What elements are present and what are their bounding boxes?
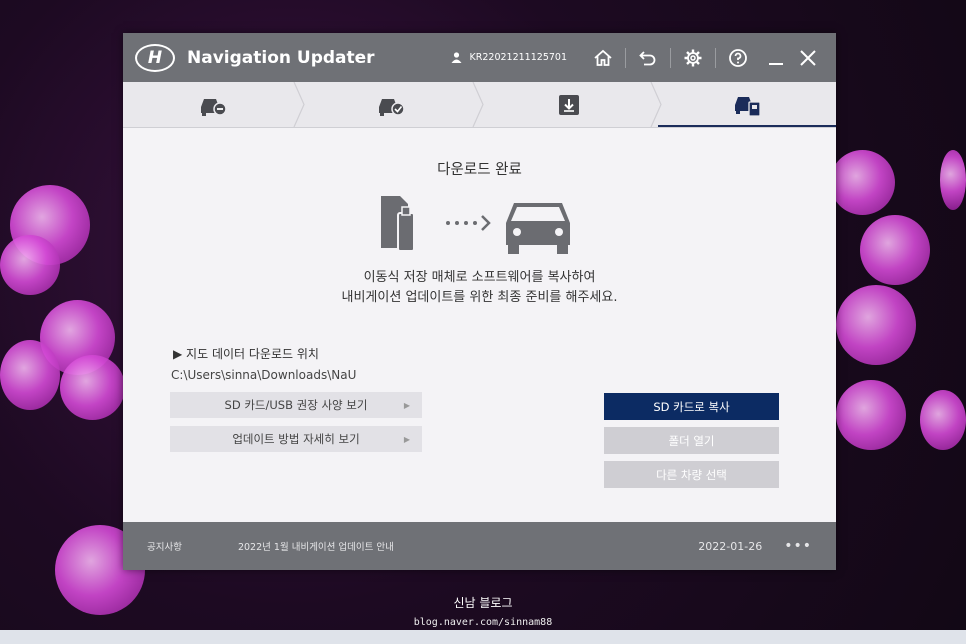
notice-bar: 공지사항 2022년 1월 내비게이션 업데이트 안내 2022-01-26 •…: [123, 522, 836, 570]
notice-label: 공지사항: [147, 542, 182, 553]
copy-to-car-illustration: [381, 196, 570, 254]
step-2: [301, 82, 484, 127]
download-location-path: C:\Users\sinna\Downloads\NaU: [171, 368, 357, 382]
message-line-1: 이동식 저장 매체로 소프트웨어를 복사하여: [363, 270, 596, 285]
car-check-icon: [379, 98, 406, 116]
main-content: 다운로드 완료 이동식 저장 매체로 소프트웨어를 복사하여 내비게이션 업데이…: [123, 128, 836, 523]
user-info: KR22021211125701: [451, 52, 567, 63]
update-method-label: 업데이트 방법 자세히 보기: [232, 432, 360, 446]
car-copy-icon: [734, 96, 761, 117]
storage-spec-button[interactable]: SD 카드/USB 권장 사양 보기 ▶: [170, 392, 422, 418]
message-line-2: 내비게이션 업데이트를 위한 최종 준비를 해주세요.: [341, 290, 618, 305]
bokeh-light: [60, 355, 125, 420]
bokeh-light: [836, 285, 916, 365]
progress-steps: [123, 82, 836, 128]
car-minus-icon: [201, 98, 227, 116]
open-folder-button[interactable]: 폴더 열기: [604, 427, 779, 454]
dotted-arrow-icon: [446, 215, 491, 231]
car-front-icon: [506, 203, 570, 254]
separator: [670, 47, 671, 68]
close-icon[interactable]: [792, 42, 824, 74]
bokeh-light: [0, 235, 60, 295]
download-location-title: ▶ 지도 데이터 다운로드 위치: [173, 347, 319, 361]
notice-text[interactable]: 2022년 1월 내비게이션 업데이트 안내: [238, 539, 394, 553]
bokeh-light: [836, 380, 906, 450]
home-icon[interactable]: [587, 42, 619, 74]
instruction-message: 이동식 저장 매체로 소프트웨어를 복사하여 내비게이션 업데이트를 위한 최종…: [123, 268, 836, 308]
step-3: [480, 82, 662, 127]
notice-date: 2022-01-26: [698, 539, 763, 553]
bokeh-light: [830, 150, 895, 215]
title-bar: H Navigation Updater KR22021211125701: [123, 33, 836, 82]
bokeh-light: [920, 390, 966, 450]
separator: [715, 47, 716, 68]
back-icon[interactable]: [632, 42, 664, 74]
play-arrow-icon: ▶: [403, 434, 410, 444]
user-id: KR22021211125701: [469, 52, 567, 63]
copy-to-sd-button[interactable]: SD 카드로 복사: [604, 393, 779, 420]
sd-card-usb-icon: [381, 196, 415, 252]
page-title: 다운로드 완료: [437, 162, 522, 178]
bokeh-light: [0, 340, 60, 410]
minimize-icon[interactable]: [760, 42, 792, 74]
user-icon: [451, 52, 462, 63]
hyundai-logo: H: [135, 43, 175, 72]
app-title: Navigation Updater: [187, 47, 375, 68]
storage-spec-label: SD 카드/USB 권장 사양 보기: [224, 398, 368, 412]
download-box-icon: [558, 94, 579, 115]
bokeh-light: [860, 215, 930, 285]
more-icon[interactable]: •••: [784, 538, 812, 554]
select-other-vehicle-button[interactable]: 다른 차량 선택: [604, 461, 779, 488]
step-1: [123, 82, 305, 127]
navigation-updater-window: H Navigation Updater KR22021211125701 다운…: [123, 33, 836, 570]
play-arrow-icon: ▶: [403, 400, 410, 410]
gear-icon[interactable]: [677, 42, 709, 74]
photo-caption-url: blog.naver.com/sinnam88: [413, 617, 553, 628]
separator: [625, 47, 626, 68]
help-icon[interactable]: [722, 42, 754, 74]
step-4-active: [657, 82, 836, 127]
os-taskbar: [0, 630, 966, 644]
photo-caption: 신남 블로그: [453, 596, 513, 610]
title-bar-icons: [587, 42, 824, 74]
update-method-button[interactable]: 업데이트 방법 자세히 보기 ▶: [170, 426, 422, 452]
bokeh-light: [940, 150, 966, 210]
